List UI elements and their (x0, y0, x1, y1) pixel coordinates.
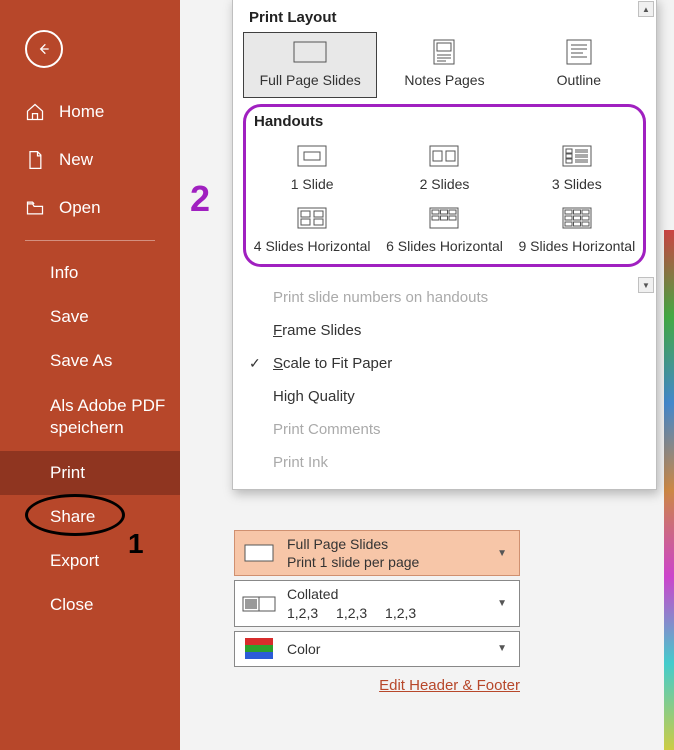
nav-info[interactable]: Info (0, 251, 180, 295)
print-settings-group: Full Page Slides Print 1 slide per page … (234, 530, 520, 694)
folder-open-icon (25, 198, 45, 218)
handout-2-slides[interactable]: 2 Slides (378, 136, 510, 198)
option-high-quality[interactable]: High Quality (233, 380, 656, 413)
divider (25, 240, 155, 241)
nav-save[interactable]: Save (0, 295, 180, 339)
color-swatch-icon (241, 636, 277, 662)
check-icon: ✓ (249, 355, 261, 372)
option-print-comments: Print Comments (233, 413, 656, 446)
handout-3-slides[interactable]: 3 Slides (511, 136, 643, 198)
nav-close[interactable]: Close (0, 583, 180, 627)
color-dropdown[interactable]: Color ▼ (234, 631, 520, 667)
option-text: Frame Slides (273, 322, 361, 339)
handouts-highlight: Handouts 1 Slide 2 Slides (243, 104, 646, 267)
dropdown-text: Color (277, 640, 491, 658)
handout-label: 1 Slide (291, 176, 334, 192)
notes-pages-icon (424, 38, 464, 66)
option-scale-fit[interactable]: ✓ Scale to Fit Paper (233, 347, 656, 380)
nav-print[interactable]: Print (0, 451, 180, 495)
full-page-thumb-icon (241, 540, 277, 566)
chevron-down-icon: ▼ (491, 643, 513, 654)
nav-export[interactable]: Export (0, 539, 180, 583)
handout-4-icon (292, 204, 332, 232)
nav-adobe-pdf[interactable]: Als Adobe PDF speichern (0, 383, 180, 451)
dropdown-text: Collated 1,2,3 1,2,3 1,2,3 (277, 585, 491, 621)
edit-header-footer-link[interactable]: Edit Header & Footer (234, 671, 520, 694)
new-doc-icon (25, 150, 45, 170)
outline-icon (559, 38, 599, 66)
layout-label: Notes Pages (404, 72, 484, 88)
option-frame-slides[interactable]: Frame Slides (233, 314, 656, 347)
option-print-slide-numbers: Print slide numbers on handouts (233, 281, 656, 314)
chevron-down-icon: ▼ (491, 598, 513, 609)
scroll-up-button[interactable]: ▲ (638, 1, 654, 17)
nav-share[interactable]: Share (0, 495, 180, 539)
layout-label: Outline (557, 72, 601, 88)
back-button[interactable] (25, 30, 63, 68)
option-text: Scale to Fit Paper (273, 355, 392, 372)
handout-label: 3 Slides (552, 176, 602, 192)
nav-save-as[interactable]: Save As (0, 339, 180, 383)
nav-label: Home (59, 102, 104, 122)
handout-label: 4 Slides Horizontal (254, 238, 371, 254)
collate-dropdown[interactable]: Collated 1,2,3 1,2,3 1,2,3 ▼ (234, 580, 520, 626)
handout-2-icon (424, 142, 464, 170)
full-page-icon (290, 38, 330, 66)
layout-notes-pages[interactable]: Notes Pages (377, 32, 511, 98)
layout-label: Full Page Slides (260, 72, 361, 88)
handouts-heading: Handouts (246, 111, 643, 136)
handout-label: 9 Slides Horizontal (518, 238, 635, 254)
handout-9-icon (557, 204, 597, 232)
nav-label: Open (59, 198, 101, 218)
layout-outline[interactable]: Outline (512, 32, 646, 98)
home-icon (25, 102, 45, 122)
handout-label: 2 Slides (420, 176, 470, 192)
layout-full-page-slides[interactable]: Full Page Slides (243, 32, 377, 98)
print-layout-heading: Print Layout (233, 0, 656, 32)
option-print-ink: Print Ink (233, 446, 656, 479)
nav-open[interactable]: Open (0, 184, 180, 232)
handout-3-icon (557, 142, 597, 170)
handout-4-horizontal[interactable]: 4 Slides Horizontal (246, 198, 378, 260)
dropdown-text: Full Page Slides Print 1 slide per page (277, 535, 491, 571)
handout-1-slide[interactable]: 1 Slide (246, 136, 378, 198)
page-layout-dropdown[interactable]: Full Page Slides Print 1 slide per page … (234, 530, 520, 576)
handout-9-horizontal[interactable]: 9 Slides Horizontal (511, 198, 643, 260)
backstage-sidebar: Home New Open Info Save Save As Als Adob… (0, 0, 180, 750)
collated-icon (241, 591, 277, 617)
nav-home[interactable]: Home (0, 88, 180, 136)
handout-label: 6 Slides Horizontal (386, 238, 503, 254)
nav-label: New (59, 150, 93, 170)
nav-new[interactable]: New (0, 136, 180, 184)
chevron-down-icon: ▼ (491, 548, 513, 559)
print-layout-flyout: ▲ Print Layout Full Page Slides Notes Pa… (232, 0, 657, 490)
slide-preview-strip (664, 230, 674, 750)
handout-1-icon (292, 142, 332, 170)
handout-6-icon (424, 204, 464, 232)
handout-6-horizontal[interactable]: 6 Slides Horizontal (378, 198, 510, 260)
